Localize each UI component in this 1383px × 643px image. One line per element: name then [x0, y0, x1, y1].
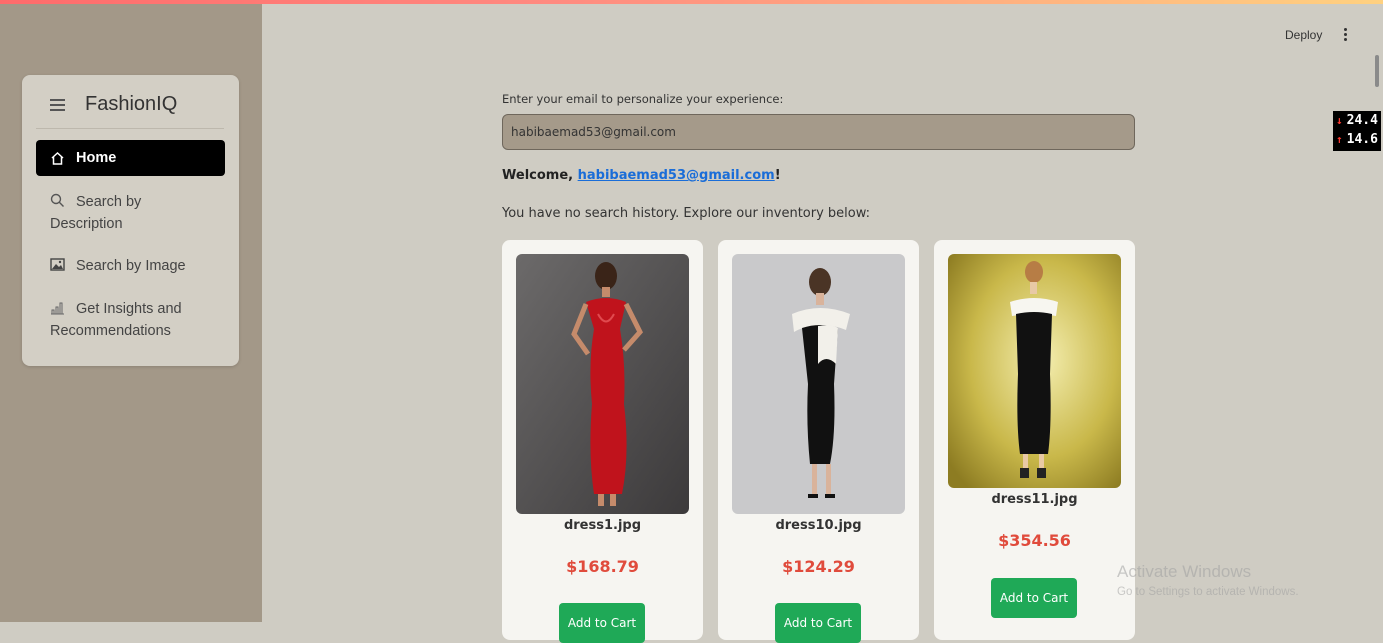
email-input[interactable]: [502, 114, 1135, 150]
sidebar-item-label: Search by Image: [76, 258, 186, 274]
add-to-cart-button[interactable]: Add to Cart: [559, 603, 645, 643]
sidebar-header: FashionIQ: [50, 93, 177, 116]
scrollbar[interactable]: [1375, 55, 1379, 87]
product-image[interactable]: [948, 254, 1121, 488]
add-to-cart-button[interactable]: Add to Cart: [991, 578, 1077, 618]
more-menu-icon[interactable]: [1344, 28, 1348, 42]
brand-title: FashionIQ: [85, 93, 178, 115]
sidebar-divider: [36, 128, 224, 129]
sidebar-item-label: Search by: [76, 194, 142, 210]
product-card: dress11.jpg $354.56 Add to Cart: [934, 240, 1135, 640]
product-card: dress1.jpg $168.79 Add to Cart: [502, 240, 703, 643]
down-arrow-icon: ↓: [1336, 114, 1343, 127]
sidebar-item-insights[interactable]: Get Insights and Recommendations: [36, 298, 225, 342]
email-label: Enter your email to personalize your exp…: [502, 92, 784, 106]
bar-chart-icon: [50, 300, 65, 315]
hamburger-icon[interactable]: [50, 98, 65, 111]
image-icon: [50, 257, 65, 272]
windows-activation-watermark: Activate Windows Go to Settings to activ…: [1117, 562, 1299, 598]
sidebar-item-label-line2: Description: [50, 216, 123, 232]
product-price: $124.29: [782, 557, 855, 576]
sidebar-item-label: Home: [76, 150, 117, 166]
product-price: $354.56: [998, 531, 1071, 550]
product-card: dress10.jpg $124.29 Add to Cart: [718, 240, 919, 643]
add-to-cart-button[interactable]: Add to Cart: [775, 603, 861, 643]
up-arrow-icon: ↑: [1336, 133, 1343, 146]
product-price: $168.79: [566, 557, 639, 576]
history-message: You have no search history. Explore our …: [502, 206, 871, 221]
search-icon: [50, 193, 65, 208]
sidebar-item-label: Get Insights and: [76, 301, 182, 317]
welcome-message: Welcome, habibaemad53@gmail.com!: [502, 168, 781, 183]
sidebar-nav: FashionIQ Home Search by Description Sea…: [22, 75, 239, 366]
home-icon: [50, 151, 65, 166]
product-filename: dress1.jpg: [563, 518, 642, 533]
product-filename: dress10.jpg: [775, 518, 862, 533]
product-image[interactable]: [732, 254, 905, 514]
product-image[interactable]: [516, 254, 689, 514]
fps-overlay: ↓ 24.4 ↑ 14.6: [1333, 111, 1381, 151]
sidebar-item-home[interactable]: Home: [36, 140, 225, 176]
sidebar-item-search-description[interactable]: Search by Description: [36, 191, 225, 235]
product-filename: dress11.jpg: [991, 492, 1078, 507]
sidebar-item-label-line2: Recommendations: [50, 323, 171, 339]
deploy-button[interactable]: Deploy: [1285, 28, 1322, 42]
overlay-row-2: ↑ 14.6: [1336, 132, 1378, 147]
sidebar-item-search-image[interactable]: Search by Image: [36, 255, 225, 277]
welcome-email-link[interactable]: habibaemad53@gmail.com: [578, 168, 775, 183]
overlay-row-1: ↓ 24.4: [1336, 113, 1378, 128]
